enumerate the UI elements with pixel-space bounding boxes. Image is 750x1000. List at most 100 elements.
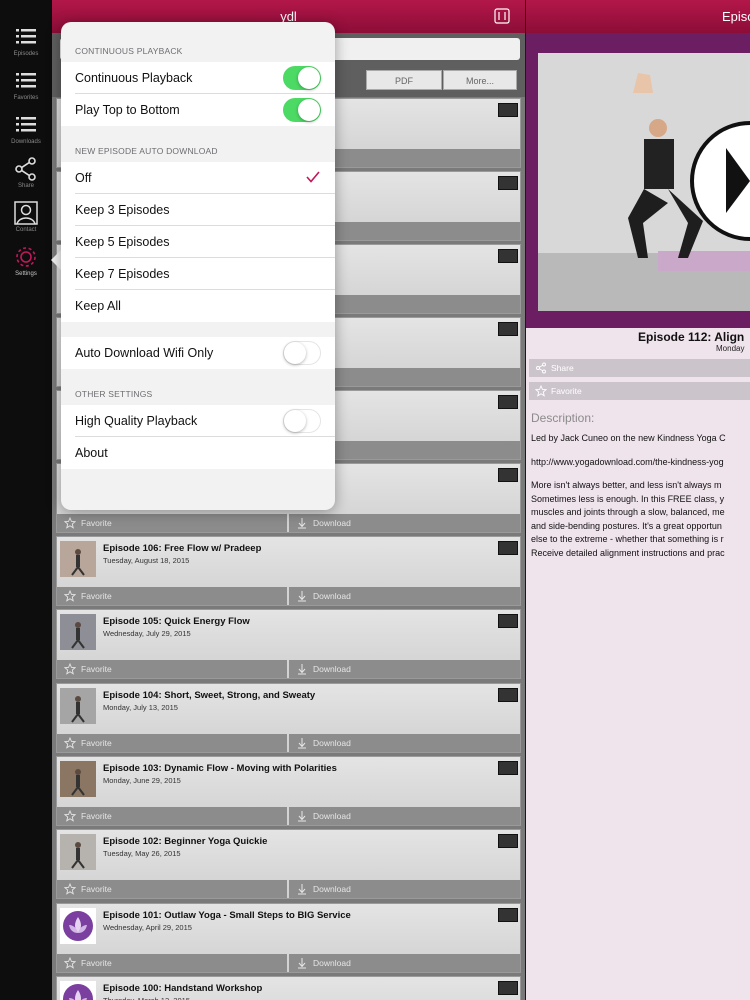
auto-download-option-off[interactable]: Off [61, 162, 335, 194]
download-button[interactable]: Download [289, 514, 520, 532]
auto-download-option-keep-7[interactable]: Keep 7 Episodes [61, 258, 335, 290]
sidebar-item-settings[interactable]: Settings [0, 244, 52, 288]
auto-download-option-keep-5[interactable]: Keep 5 Episodes [61, 226, 335, 258]
yoga-thumbnail-image [60, 614, 96, 651]
gear-icon [16, 247, 36, 267]
list-item[interactable]: Episode 104: Short, Sweet, Strong, and S… [56, 682, 521, 753]
about-label: About [75, 446, 108, 460]
play-top-to-bottom-toggle[interactable] [283, 98, 321, 122]
video-icon [498, 980, 518, 995]
favorite-label: Favorite [551, 386, 582, 396]
download-button[interactable]: Download [289, 660, 520, 679]
video-icon [498, 541, 518, 555]
option-label: Keep 5 Episodes [75, 235, 170, 249]
episode-title: Episode 101: Outlaw Yoga - Small Steps t… [103, 909, 351, 921]
episode-thumbnail [60, 834, 96, 871]
tab-label: PDF [395, 76, 413, 86]
yoga-thumbnail-image [60, 834, 96, 871]
high-quality-row: High Quality Playback [61, 405, 335, 437]
sidebar-item-label: Downloads [11, 139, 41, 145]
share-icon [536, 362, 546, 374]
favorite-button[interactable]: Favorite [57, 733, 287, 752]
sidebar-item-label: Share [17, 183, 34, 189]
list-item[interactable]: Episode 101: Outlaw Yoga - Small Steps t… [56, 902, 521, 973]
list-item[interactable]: Episode 106: Free Flow w/ Pradeep Tuesday… [56, 536, 521, 606]
video-icon [498, 614, 518, 629]
list-icon [16, 73, 36, 88]
detail-header-title: Episo [722, 9, 750, 24]
share-button[interactable]: Share [529, 359, 750, 377]
auto-download-option-keep-3[interactable]: Keep 3 Episodes [61, 194, 335, 226]
description-heading: Description: [531, 411, 595, 425]
favorite-button[interactable]: Favorite [57, 660, 287, 679]
video-icon [498, 103, 518, 117]
sidebar-item-episodes[interactable]: Episodes [0, 24, 52, 68]
sidebar-item-share[interactable]: Share [0, 156, 52, 200]
episode-date: Monday, June 29, 2015 [103, 775, 181, 785]
episode-thumbnail [60, 980, 96, 1000]
favorite-label: Favorite [81, 591, 112, 601]
download-button[interactable]: Download [289, 880, 520, 899]
video-icon [498, 322, 518, 336]
about-row[interactable]: About [61, 437, 335, 469]
favorite-label: Favorite [81, 810, 112, 821]
tab-sidebar: Episodes Favorites Downloads Share Conta… [0, 0, 52, 1000]
download-button[interactable]: Download [289, 806, 520, 825]
lotus-icon [63, 910, 93, 941]
share-label: Share [551, 363, 574, 373]
tab-pdf[interactable]: PDF [366, 70, 442, 90]
setting-label: Continuous Playback [75, 71, 193, 85]
favorite-button[interactable]: Favorite [57, 880, 287, 899]
favorite-button[interactable]: Favorite [57, 587, 287, 605]
list-item[interactable]: Episode 105: Quick Energy Flow Wednesday,… [56, 609, 521, 680]
description-text: Receive detailed alignment instructions … [531, 548, 725, 558]
episode-thumbnail [60, 687, 96, 724]
toggle-knob [298, 99, 320, 121]
toggle-knob [284, 342, 306, 364]
favorite-label: Favorite [81, 957, 112, 968]
sidebar-item-downloads[interactable]: Downloads [0, 112, 52, 156]
toggle-knob [284, 410, 306, 432]
sidebar-item-favorites[interactable]: Favorites [0, 68, 52, 112]
favorite-button[interactable]: Favorite [57, 953, 287, 972]
download-button[interactable]: Download [289, 953, 520, 972]
download-icon [298, 957, 306, 968]
favorite-button[interactable]: Favorite [57, 514, 287, 532]
episode-date: Wednesday, July 29, 2015 [103, 629, 191, 639]
high-quality-toggle[interactable] [283, 409, 321, 433]
description-link[interactable]: http://www.yogadownload.com/the-kindness… [531, 456, 724, 470]
auto-download-option-keep-all[interactable]: Keep All [61, 290, 335, 322]
sidebar-item-label: Episodes [13, 51, 39, 57]
video-icon [498, 176, 518, 190]
lotus-icon [63, 983, 93, 1000]
list-item[interactable]: Episode 102: Beginner Yoga Quickie Tuesda… [56, 829, 521, 900]
detail-header: Episo [526, 0, 750, 33]
download-button[interactable]: Download [289, 733, 520, 752]
list-item[interactable]: Episode 103: Dynamic Flow - Moving with … [56, 755, 521, 826]
list-icon [16, 29, 36, 44]
episode-date: Wednesday, April 29, 2015 [103, 922, 192, 932]
download-button[interactable]: Download [289, 587, 520, 605]
option-label: Keep 3 Episodes [75, 203, 170, 217]
video-icon [498, 760, 518, 775]
episode-date: Thursday, March 12, 2015 [103, 996, 190, 1000]
description-text: Sometimes less is enough. In this FREE c… [531, 493, 725, 504]
option-label: Keep 7 Episodes [75, 267, 170, 281]
list-item[interactable]: Episode 100: Handstand Workshop Thursday,… [56, 975, 521, 1000]
wifi-only-toggle[interactable] [283, 341, 321, 365]
video-icon [498, 395, 518, 409]
favorite-button[interactable]: Favorite [529, 382, 750, 400]
continuous-playback-row: Continuous Playback [61, 62, 335, 94]
continuous-playback-toggle[interactable] [283, 66, 321, 90]
description-text: More isn't always better, and less isn't… [531, 480, 722, 490]
video-player[interactable] [526, 33, 750, 328]
favorite-label: Favorite [81, 884, 112, 895]
favorite-button[interactable]: Favorite [57, 806, 287, 825]
tab-label: More... [465, 76, 494, 86]
sidebar-item-contact[interactable]: Contact [0, 200, 52, 244]
setting-label: Auto Download Wifi Only [75, 346, 214, 360]
sort-icon[interactable] [493, 7, 511, 25]
share-icon [15, 157, 36, 181]
tab-more[interactable]: More... [443, 70, 517, 90]
video-thumbnail [538, 53, 750, 311]
